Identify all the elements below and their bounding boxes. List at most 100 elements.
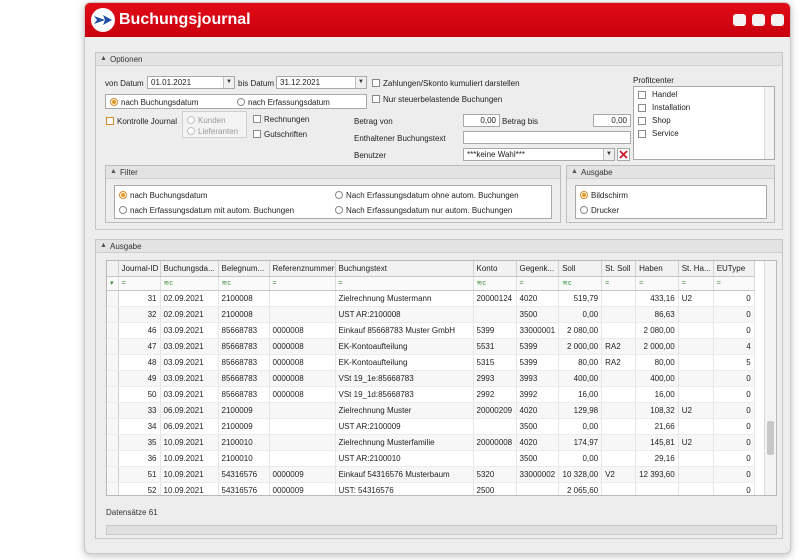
column-header[interactable]: EUType xyxy=(713,261,755,277)
row-indicator[interactable] xyxy=(107,354,119,371)
column-header[interactable]: Belegnum... xyxy=(218,261,270,277)
row-indicator[interactable] xyxy=(107,370,119,387)
chevron-down-icon[interactable]: ▼ xyxy=(603,149,614,160)
profitcenter-scrollbar[interactable] xyxy=(764,87,774,159)
column-header[interactable]: Journal-ID xyxy=(118,261,161,277)
gutschriften-checkbox[interactable] xyxy=(253,130,261,138)
column-header[interactable]: Konto xyxy=(473,261,517,277)
profitcenter-checkbox[interactable] xyxy=(638,130,646,138)
betrag-bis-input[interactable]: 0,00 xyxy=(593,114,631,127)
grid-scrollbar[interactable] xyxy=(764,261,776,495)
column-header[interactable]: St. Ha... xyxy=(678,261,714,277)
clear-icon xyxy=(619,150,628,159)
row-indicator[interactable] xyxy=(107,434,119,451)
radio-label: nach Erfassungsdatum xyxy=(248,98,330,107)
rechnungen-checkbox[interactable] xyxy=(253,115,261,123)
row-indicator[interactable] xyxy=(107,386,119,403)
profitcenter-checkbox[interactable] xyxy=(638,117,646,125)
horizontal-scrollbar[interactable] xyxy=(106,525,777,535)
filter-cell[interactable]: ≋c xyxy=(558,276,603,291)
zahlungen-checkbox[interactable] xyxy=(372,79,380,87)
table-cell: 33 xyxy=(118,402,161,419)
filter-cell[interactable]: = xyxy=(516,276,560,291)
filter-cell[interactable]: = xyxy=(678,276,714,291)
table-row[interactable]: 48 03.09.2021 85668783 0000008 EK-Kontoaufte… xyxy=(107,354,755,371)
radio-bildschirm[interactable] xyxy=(580,191,588,199)
row-indicator[interactable] xyxy=(107,322,119,339)
ausgabe-options-header[interactable]: ▲ Ausgabe xyxy=(567,166,774,179)
betrag-von-input[interactable]: 0,00 xyxy=(463,114,500,127)
table-row[interactable]: 49 03.09.2021 85668783 0000008 VSt 19_1e:856… xyxy=(107,370,755,387)
profitcenter-checkbox[interactable] xyxy=(638,91,646,99)
table-cell: 29,16 xyxy=(635,450,679,467)
column-header[interactable]: Soll xyxy=(558,261,603,277)
radio-nach-buchungsdatum[interactable] xyxy=(110,98,118,106)
table-cell: 2100010 xyxy=(218,450,270,467)
filter-cell[interactable]: ≋c xyxy=(473,276,517,291)
von-datum-input[interactable]: 01.01.2021 ▼ xyxy=(147,76,235,89)
column-header[interactable]: Buchungstext xyxy=(335,261,474,277)
bis-datum-input[interactable]: 31.12.2021 ▼ xyxy=(276,76,367,89)
radio-drucker[interactable] xyxy=(580,206,588,214)
table-row[interactable]: 51 10.09.2021 54316576 0000009 Einkauf 54316… xyxy=(107,466,755,483)
filter-cell[interactable]: ≋c xyxy=(218,276,270,291)
table-cell xyxy=(269,434,336,451)
table-row[interactable]: 52 10.09.2021 54316576 0000009 UST: 54316576… xyxy=(107,482,755,495)
benutzer-select[interactable]: ***keine Wahl*** ▼ xyxy=(463,148,615,161)
radio-kunden[interactable] xyxy=(187,116,195,124)
column-header[interactable]: Gegenk... xyxy=(516,261,560,277)
kontrolle-journal-checkbox[interactable] xyxy=(106,117,114,125)
optionen-header[interactable]: ▲ Optionen xyxy=(96,53,782,66)
row-indicator[interactable] xyxy=(107,466,119,483)
minimize-button[interactable] xyxy=(733,14,746,26)
table-row[interactable]: 31 02.09.2021 2100008 Zielrechnung Musterma… xyxy=(107,290,755,307)
row-indicator[interactable] xyxy=(107,418,119,435)
filter-cell[interactable]: = xyxy=(335,276,474,291)
filter-cell[interactable]: ≋c xyxy=(160,276,219,291)
table-row[interactable]: 36 10.09.2021 2100010 UST AR:2100010 3500 0,0… xyxy=(107,450,755,467)
ausgabe-header[interactable]: ▲ Ausgabe xyxy=(96,240,782,253)
table-cell: Einkauf 85668783 Muster GmbH xyxy=(335,322,474,339)
radio-filter-mit-autom[interactable] xyxy=(119,206,127,214)
close-button[interactable] xyxy=(771,14,784,26)
table-row[interactable]: 34 06.09.2021 2100009 UST AR:2100009 3500 0,0… xyxy=(107,418,755,435)
column-header[interactable]: Referenznummer xyxy=(269,261,336,277)
table-row[interactable]: 46 03.09.2021 85668783 0000008 Einkauf 85668… xyxy=(107,322,755,339)
buchungstext-input[interactable] xyxy=(463,131,631,144)
table-cell: 2 080,00 xyxy=(635,322,679,339)
maximize-button[interactable] xyxy=(752,14,765,26)
row-indicator[interactable] xyxy=(107,290,119,307)
filter-cell[interactable]: = xyxy=(635,276,679,291)
table-row[interactable]: 47 03.09.2021 85668783 0000008 EK-Kontoaufte… xyxy=(107,338,755,355)
radio-nach-erfassungsdatum[interactable] xyxy=(237,98,245,106)
table-row[interactable]: 50 03.09.2021 85668783 0000008 VSt 19_1d:856… xyxy=(107,386,755,403)
filter-cell[interactable]: = xyxy=(269,276,336,291)
row-indicator[interactable] xyxy=(107,306,119,323)
row-indicator[interactable] xyxy=(107,482,119,495)
column-header[interactable]: Buchungsda... xyxy=(160,261,219,277)
clear-benutzer-button[interactable] xyxy=(617,148,630,161)
profitcenter-checkbox[interactable] xyxy=(638,104,646,112)
row-indicator[interactable] xyxy=(107,338,119,355)
table-row[interactable]: 33 06.09.2021 2100009 Zielrechnung Muster 20… xyxy=(107,402,755,419)
table-cell: 2 000,00 xyxy=(635,338,679,355)
radio-filter-nur-autom[interactable] xyxy=(335,206,343,214)
filter-cell[interactable]: = xyxy=(713,276,755,291)
table-row[interactable]: 32 02.09.2021 2100008 UST AR:2100008 3500 0,0… xyxy=(107,306,755,323)
radio-filter-buchungsdatum[interactable] xyxy=(119,191,127,199)
table-row[interactable]: 35 10.09.2021 2100010 Zielrechnung Musterfa… xyxy=(107,434,755,451)
filter-header[interactable]: ▲ Filter xyxy=(106,166,560,179)
radio-lieferanten[interactable] xyxy=(187,127,195,135)
column-header[interactable]: St. Soll xyxy=(601,261,637,277)
radio-filter-ohne-autom[interactable] xyxy=(335,191,343,199)
filter-cell[interactable]: = xyxy=(118,276,161,291)
steuer-checkbox[interactable] xyxy=(372,95,380,103)
row-indicator[interactable] xyxy=(107,450,119,467)
row-indicator[interactable] xyxy=(107,402,119,419)
filter-cell[interactable]: = xyxy=(601,276,637,291)
chevron-down-icon[interactable]: ▼ xyxy=(355,77,366,88)
column-header[interactable]: Haben xyxy=(635,261,679,277)
chevron-down-icon[interactable]: ▼ xyxy=(223,77,234,88)
grid-scroll-thumb[interactable] xyxy=(767,421,774,455)
table-cell: 3500 xyxy=(516,450,560,467)
